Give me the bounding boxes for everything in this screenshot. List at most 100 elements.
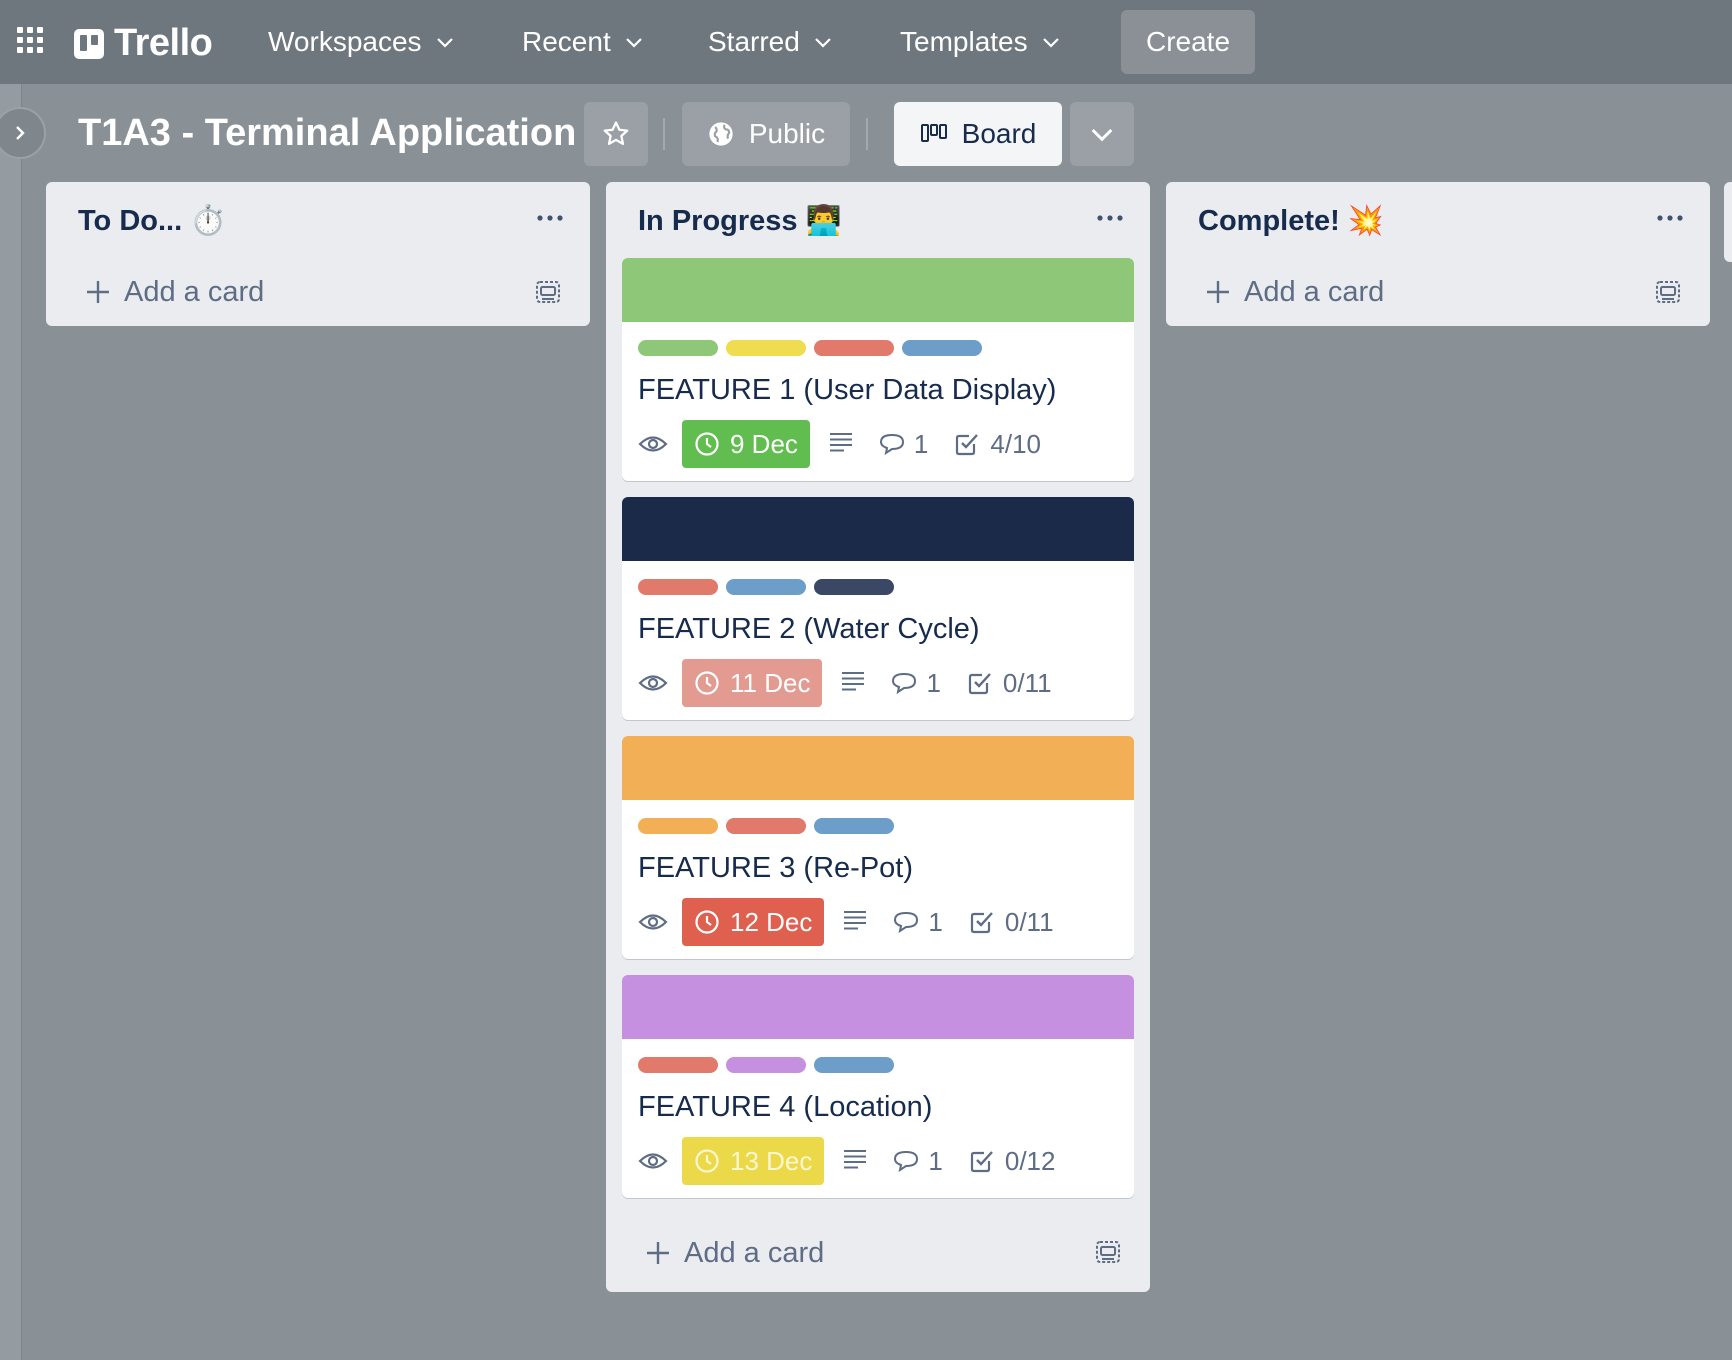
card-body: FEATURE 1 (User Data Display) 9 Dec 1 4/…	[622, 322, 1134, 481]
nav-starred-dropdown[interactable]: Starred	[708, 14, 832, 70]
star-board-button[interactable]	[584, 102, 648, 166]
list-title[interactable]: To Do... ⏱️	[78, 204, 226, 238]
checklist-icon	[969, 909, 995, 935]
clock-icon	[694, 431, 720, 457]
card-badges: 9 Dec 1 4/10	[638, 419, 1118, 469]
sidebar-rail	[0, 84, 22, 1360]
list-to-do: To Do... ⏱️ Add a card	[46, 182, 590, 326]
card-label[interactable]	[638, 1057, 718, 1073]
chevron-down-icon	[625, 38, 642, 48]
card-template-icon[interactable]	[534, 278, 562, 306]
board-title[interactable]: T1A3 - Terminal Application	[78, 112, 576, 155]
card-title[interactable]: FEATURE 4 (Location)	[638, 1091, 1118, 1124]
checklist-count: 4/10	[990, 428, 1041, 459]
card-badges: 11 Dec 1 0/11	[638, 658, 1118, 708]
more-options-icon[interactable]	[536, 212, 564, 224]
plus-icon	[1207, 281, 1229, 303]
comment-count: 1	[928, 906, 943, 937]
checklist-icon	[969, 1148, 995, 1174]
card-label[interactable]	[638, 579, 718, 595]
nav-templates-dropdown[interactable]: Templates	[900, 14, 1060, 70]
clock-icon	[694, 670, 720, 696]
checklist-badge: 0/12	[969, 1145, 1056, 1177]
checklist-badge: 4/10	[954, 429, 1041, 460]
trello-logo[interactable]: Trello	[74, 22, 213, 65]
comment-icon	[892, 910, 920, 934]
add-card-button[interactable]: Add a card	[1166, 258, 1710, 326]
card-title[interactable]: FEATURE 2 (Water Cycle)	[638, 613, 1118, 646]
card-label[interactable]	[638, 818, 718, 834]
list-title[interactable]: In Progress 👨‍💻	[638, 204, 842, 238]
nav-recent-dropdown[interactable]: Recent	[522, 14, 643, 70]
view-switcher-button[interactable]	[1070, 102, 1134, 166]
expand-sidebar-button[interactable]	[0, 107, 46, 159]
card-template-icon[interactable]	[1094, 1238, 1122, 1266]
plus-icon	[87, 281, 109, 303]
card-label[interactable]	[726, 340, 806, 356]
header-divider	[866, 118, 868, 150]
checklist-badge: 0/11	[967, 668, 1052, 699]
brand-name: Trello	[114, 22, 213, 64]
card-label[interactable]	[726, 818, 806, 834]
globe-icon	[709, 122, 733, 146]
list-title[interactable]: Complete! 💥	[1198, 204, 1384, 238]
card-badges: 13 Dec 1 0/12	[638, 1136, 1118, 1186]
comments-badge: 1	[892, 906, 943, 938]
description-icon	[840, 670, 866, 697]
create-button[interactable]: Create	[1121, 10, 1255, 74]
add-card-label: Add a card	[1244, 275, 1385, 308]
due-date-text: 13 Dec	[730, 1145, 813, 1176]
card-label[interactable]	[726, 1057, 806, 1073]
add-card-button[interactable]: Add a card	[46, 258, 590, 326]
due-date-badge[interactable]: 11 Dec	[682, 659, 823, 707]
comments-badge: 1	[890, 667, 941, 699]
plus-icon	[647, 1242, 669, 1264]
card-cover	[622, 258, 1134, 322]
card-label[interactable]	[814, 579, 894, 595]
card-template-icon[interactable]	[1654, 278, 1682, 306]
card-title[interactable]: FEATURE 1 (User Data Display)	[638, 374, 1118, 407]
trello-logo-icon	[74, 28, 104, 59]
list-header: To Do... ⏱️	[46, 182, 590, 258]
watch-eye-icon	[638, 672, 668, 694]
nav-workspaces-label: Workspaces	[268, 26, 422, 57]
comment-icon	[892, 1149, 920, 1173]
checklist-icon	[954, 431, 980, 457]
due-date-badge[interactable]: 13 Dec	[682, 1137, 825, 1185]
card-title[interactable]: FEATURE 3 (Re-Pot)	[638, 852, 1118, 885]
app-switcher-icon[interactable]	[16, 26, 44, 54]
card[interactable]: FEATURE 3 (Re-Pot) 12 Dec 1 0/11	[622, 736, 1134, 959]
card-body: FEATURE 4 (Location) 13 Dec 1 0/12	[622, 1039, 1134, 1198]
comments-badge: 1	[878, 429, 928, 460]
chevron-down-icon	[436, 38, 453, 48]
card-label[interactable]	[638, 340, 718, 356]
checklist-count: 0/12	[1004, 1145, 1056, 1176]
card[interactable]: FEATURE 2 (Water Cycle) 11 Dec 1 0/11	[622, 497, 1134, 720]
comment-count: 1	[926, 667, 941, 698]
card-labels	[638, 579, 1118, 595]
clock-icon	[694, 909, 720, 935]
visibility-button[interactable]: Public	[682, 102, 850, 166]
nav-starred-label: Starred	[708, 26, 800, 57]
board-view-icon	[920, 124, 947, 142]
checklist-count: 0/11	[1004, 906, 1054, 937]
card-label[interactable]	[902, 340, 982, 356]
nav-workspaces-dropdown[interactable]: Workspaces	[268, 14, 454, 70]
due-date-badge[interactable]: 9 Dec	[682, 420, 810, 468]
add-card-button[interactable]: Add a card	[606, 1214, 1150, 1292]
card-label[interactable]	[814, 818, 894, 834]
board-view-button[interactable]: Board	[894, 102, 1062, 166]
comment-icon	[890, 671, 918, 695]
add-card-label: Add a card	[684, 1236, 825, 1269]
card-label[interactable]	[814, 1057, 894, 1073]
card-label[interactable]	[814, 340, 894, 356]
chevron-down-icon	[815, 38, 831, 48]
due-date-text: 12 Dec	[730, 906, 813, 937]
card[interactable]: FEATURE 4 (Location) 13 Dec 1 0/12	[622, 975, 1134, 1198]
due-date-badge[interactable]: 12 Dec	[682, 898, 825, 946]
card[interactable]: FEATURE 1 (User Data Display) 9 Dec 1 4/…	[622, 258, 1134, 481]
chevron-right-icon	[16, 126, 25, 140]
more-options-icon[interactable]	[1656, 212, 1684, 224]
card-label[interactable]	[726, 579, 806, 595]
more-options-icon[interactable]	[1096, 212, 1124, 224]
